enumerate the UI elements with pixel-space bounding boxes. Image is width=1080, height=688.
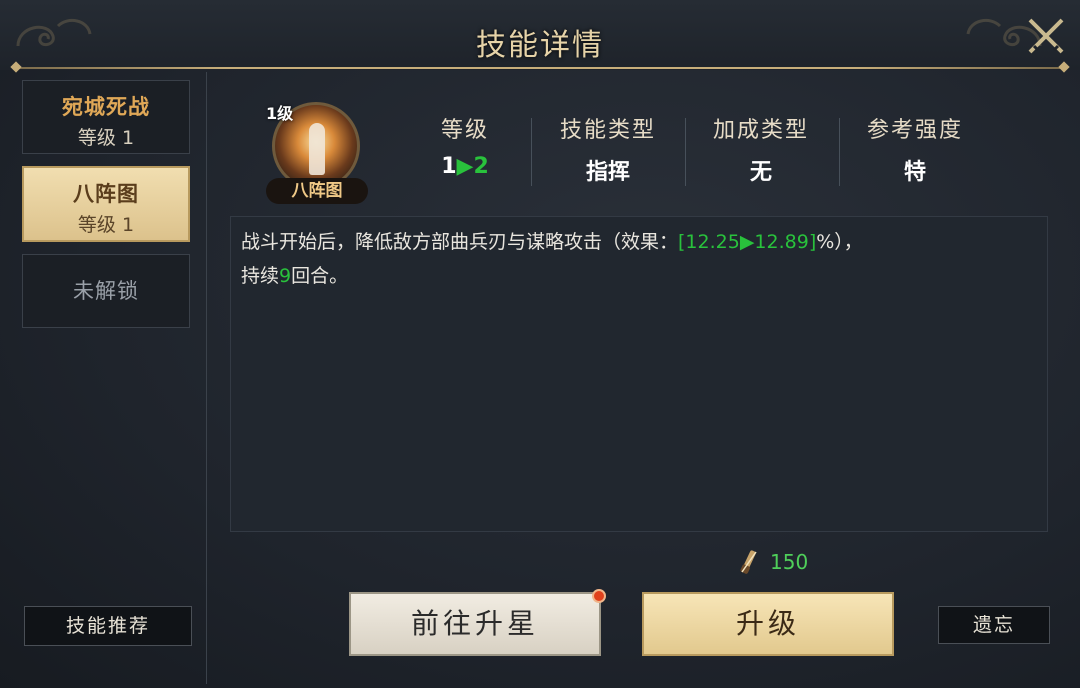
stat-divider bbox=[531, 118, 532, 186]
stat-value: 无 bbox=[749, 160, 772, 185]
skill-tab-locked[interactable]: 未解锁 bbox=[22, 254, 190, 328]
skill-level-badge: 1级 bbox=[266, 104, 294, 123]
skill-name-label: 八阵图 bbox=[266, 178, 368, 204]
title-divider bbox=[14, 67, 1066, 69]
stat-label: 等级 bbox=[440, 118, 489, 143]
skill-tab-level: 等级 1 bbox=[77, 127, 135, 149]
skill-tab-bazhentu[interactable]: 八阵图 等级 1 bbox=[22, 166, 190, 242]
cost-amount: 150 bbox=[770, 550, 809, 574]
notification-dot bbox=[592, 589, 606, 603]
stat-skill-type: 技能类型 指挥 bbox=[533, 112, 683, 186]
level-to: 2 bbox=[473, 154, 489, 179]
title-bar: 技能详情 bbox=[0, 0, 1080, 70]
turns-value: 9 bbox=[279, 265, 292, 287]
stat-label: 加成类型 bbox=[712, 118, 809, 143]
skill-recommend-button[interactable]: 技能推荐 bbox=[24, 606, 192, 646]
scroll-brush-icon bbox=[740, 550, 757, 574]
effect-value: [12.25▶12.89] bbox=[678, 231, 817, 253]
crossed-swords-close-icon[interactable] bbox=[1022, 12, 1070, 60]
stat-value: 特 bbox=[903, 160, 926, 185]
description-text: 战斗开始后，降低敌方部曲兵刃与谋略攻击（效果： bbox=[241, 231, 679, 253]
skill-description: 战斗开始后，降低敌方部曲兵刃与谋略攻击（效果：[12.25▶12.89]%）， … bbox=[230, 216, 1048, 532]
description-text: 持续 bbox=[241, 265, 280, 287]
skill-tab-level: 等级 1 bbox=[77, 214, 135, 236]
sage-figure-icon bbox=[309, 123, 325, 175]
skill-avatar: 1级 八阵图 bbox=[262, 98, 372, 210]
description-text: 回合。 bbox=[291, 265, 349, 287]
stat-reference-strength: 参考强度 特 bbox=[840, 112, 990, 186]
stat-bonus-type: 加成类型 无 bbox=[686, 112, 836, 186]
level-from: 1 bbox=[441, 154, 457, 179]
go-star-up-button[interactable]: 前往升星 bbox=[349, 592, 601, 656]
skill-tab-name: 八阵图 bbox=[73, 182, 139, 206]
skill-detail-panel: 技能详情 宛城死战 等级 1 八阵图 等级 1 未解锁 技能推荐 1级 八阵图 … bbox=[0, 0, 1080, 688]
stat-value: 指挥 bbox=[585, 160, 630, 185]
stat-label: 参考强度 bbox=[866, 118, 963, 143]
description-text: %）， bbox=[816, 231, 863, 253]
page-title: 技能详情 bbox=[476, 28, 604, 63]
forget-button[interactable]: 遗忘 bbox=[938, 606, 1050, 644]
upgrade-cost: 150 bbox=[736, 548, 808, 576]
stat-label: 技能类型 bbox=[559, 118, 656, 143]
upgrade-button[interactable]: 升级 bbox=[642, 592, 894, 656]
skill-sidebar: 宛城死战 等级 1 八阵图 等级 1 未解锁 bbox=[10, 72, 207, 684]
skill-tab-name: 宛城死战 bbox=[62, 95, 150, 119]
stat-value: 1▶2 bbox=[390, 154, 540, 179]
skill-tab-wancheng[interactable]: 宛城死战 等级 1 bbox=[22, 80, 190, 154]
stat-level: 等级 1▶2 bbox=[390, 112, 540, 179]
arrow-right-icon: ▶ bbox=[456, 154, 474, 179]
skill-tab-name: 未解锁 bbox=[73, 279, 139, 303]
